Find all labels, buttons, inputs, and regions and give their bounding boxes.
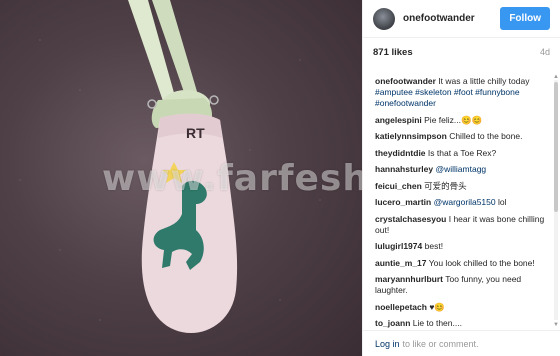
- post-header: onefootwander Follow: [363, 0, 560, 38]
- comment-mention[interactable]: @wargorila5150: [434, 197, 496, 207]
- comment-item: lucero_martin @wargorila5150 lol: [375, 197, 545, 208]
- comment-username[interactable]: theydidntdie: [375, 148, 426, 158]
- comment-item: to_joann Lie to then....: [375, 318, 545, 329]
- scrollbar-thumb[interactable]: [554, 82, 558, 212]
- comment-username[interactable]: katielynnsimpson: [375, 131, 447, 141]
- comment-mention[interactable]: @williamtagg: [435, 164, 486, 174]
- instagram-post: RT www.farfesh.com onefootwander Follow …: [0, 0, 560, 356]
- likes-count[interactable]: 871 likes: [373, 47, 413, 58]
- follow-button[interactable]: Follow: [500, 7, 550, 30]
- comment-item: hannahsturley @williamtagg: [375, 164, 545, 175]
- caption-username[interactable]: onefootwander: [375, 76, 436, 86]
- comment-username[interactable]: hannahsturley: [375, 164, 433, 174]
- comments-list[interactable]: onefootwander It was a little chilly tod…: [363, 76, 555, 330]
- comment-text: 可爱的骨头: [424, 180, 467, 191]
- avatar[interactable]: [373, 7, 395, 30]
- comment-text: Lie to then....: [412, 318, 462, 328]
- comment-text: lol: [498, 197, 507, 207]
- comment-text: Chilled to the bone.: [449, 131, 523, 141]
- comment-username[interactable]: lucero_martin: [375, 197, 431, 207]
- login-prompt: to like or comment.: [402, 338, 479, 349]
- comment-item: crystalchasesyou I hear it was bone chil…: [375, 214, 545, 236]
- post-photo[interactable]: RT www.farfesh.com: [0, 0, 362, 356]
- comment-username[interactable]: auntie_m_17: [375, 258, 427, 268]
- comment-text: Pie feliz...😊😊: [424, 114, 483, 125]
- post-sidebar: onefootwander Follow 871 likes 4d onefoo…: [362, 0, 560, 356]
- caption: onefootwander It was a little chilly tod…: [375, 76, 545, 109]
- sock-lettering: RT: [186, 125, 205, 141]
- comment-item: katielynnsimpson Chilled to the bone.: [375, 131, 545, 142]
- comment-username[interactable]: noellepetach: [375, 302, 427, 312]
- comment-item: theydidntdie Is that a Toe Rex?: [375, 148, 545, 159]
- comment-username[interactable]: crystalchasesyou: [375, 214, 446, 224]
- comment-text: You look chilled to the bone!: [428, 257, 535, 268]
- comment-item: feicui_chen 可爱的骨头: [375, 181, 545, 192]
- comment-text: ♥😊: [429, 301, 445, 312]
- bone-shape: [128, 0, 219, 128]
- comment-username[interactable]: angelespini: [375, 115, 422, 125]
- comment-item: maryannhurlburt Too funny, you need laug…: [375, 274, 545, 296]
- comment-item: noellepetach ♥😊: [375, 302, 545, 313]
- comment-username[interactable]: lulugirl1974: [375, 241, 422, 251]
- comment-username[interactable]: to_joann: [375, 318, 410, 328]
- comment-username[interactable]: maryannhurlburt: [375, 274, 443, 284]
- scroll-down-icon[interactable]: ▼: [553, 322, 559, 328]
- post-age[interactable]: 4d: [540, 47, 550, 57]
- comment-item: auntie_m_17 You look chilled to the bone…: [375, 258, 545, 269]
- caption-text: It was a little chilly today: [438, 76, 530, 86]
- caption-hashtags[interactable]: #amputee #skeleton #foot #funnybone #one…: [375, 87, 520, 108]
- login-link[interactable]: Log in: [375, 339, 400, 349]
- login-footer: Log in to like or comment.: [363, 330, 560, 356]
- comment-text: Is that a Toe Rex?: [427, 147, 497, 158]
- post-meta: 871 likes 4d: [363, 38, 560, 66]
- comment-username[interactable]: feicui_chen: [375, 181, 422, 191]
- username-link[interactable]: onefootwander: [403, 13, 500, 24]
- comment-text: best!: [424, 241, 444, 251]
- watermark-text: www.farfesh.com: [102, 158, 362, 199]
- comment-item: lulugirl1974 best!: [375, 241, 545, 252]
- comment-item: angelespini Pie feliz...😊😊: [375, 115, 545, 126]
